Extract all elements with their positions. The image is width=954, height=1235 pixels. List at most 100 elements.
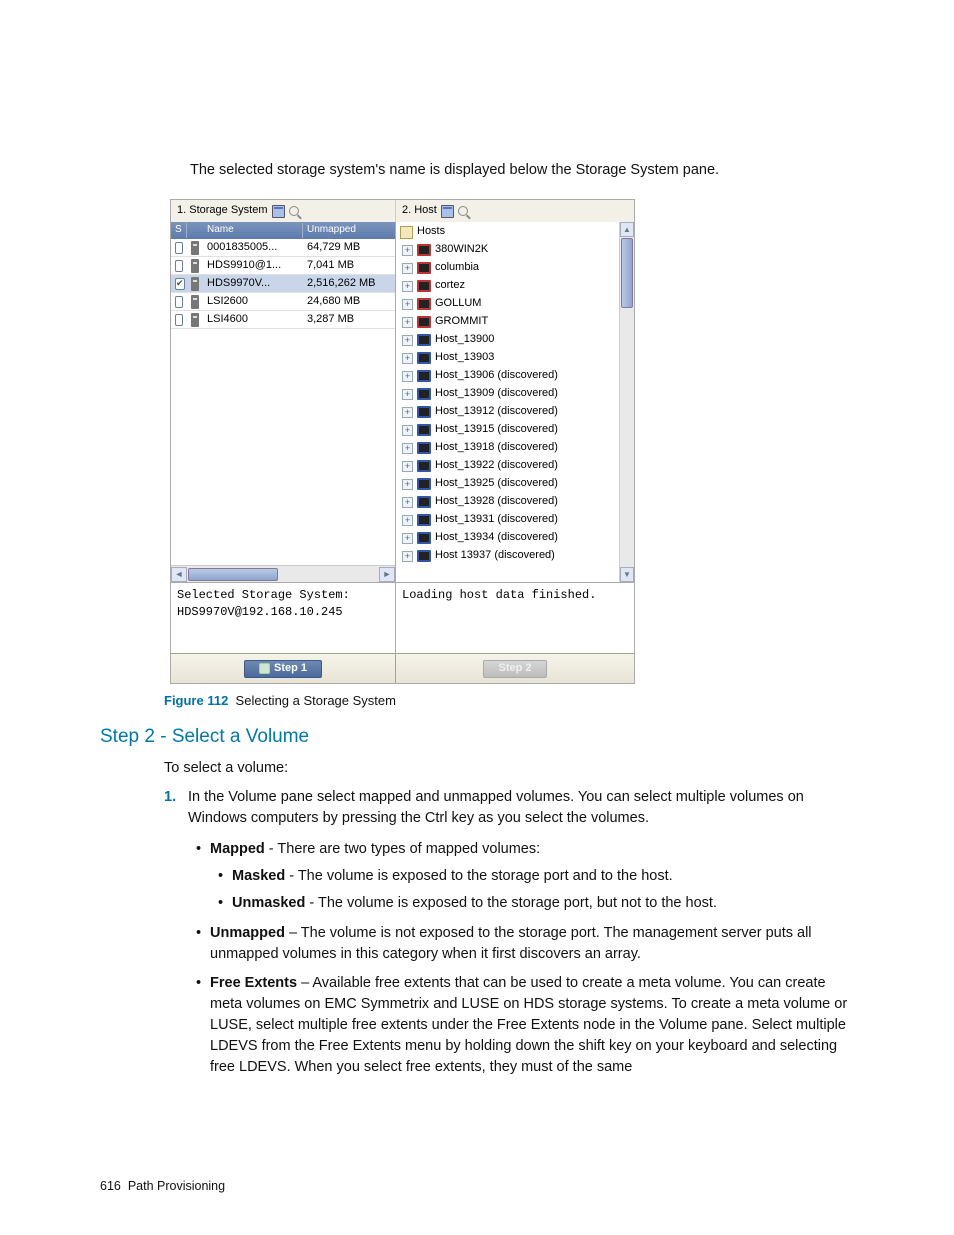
tree-item-label: Host_13928 (discovered) — [435, 494, 558, 510]
table-row[interactable]: LSI260024,680 MB — [171, 293, 395, 311]
bullet-masked: Masked - The volume is exposed to the st… — [232, 866, 854, 887]
vertical-scrollbar[interactable]: ▲ ▼ — [619, 222, 634, 582]
tree-item[interactable]: + Host_13931 (discovered) — [398, 511, 617, 529]
scroll-down-button[interactable]: ▼ — [620, 567, 634, 582]
storage-icon — [191, 259, 199, 273]
page-footer: 616 Path Provisioning — [100, 1177, 225, 1195]
tree-root[interactable]: Hosts — [398, 223, 617, 241]
status-left: Selected Storage System: HDS9970V@192.16… — [171, 583, 396, 653]
tree-item[interactable]: +380WIN2K — [398, 241, 617, 259]
step-1-text: In the Volume pane select mapped and unm… — [188, 789, 804, 826]
expand-icon[interactable]: + — [402, 407, 413, 418]
host-tree-pane: Hosts +380WIN2K+columbia+cortez+GOLLUM+G… — [396, 222, 634, 582]
expand-icon[interactable]: + — [402, 335, 413, 346]
scroll-thumb[interactable] — [621, 238, 633, 308]
tree-item[interactable]: +Host_13925 (discovered) — [398, 475, 617, 493]
expand-icon[interactable]: + — [402, 263, 413, 274]
tree-item[interactable]: +Host_13906 (discovered) — [398, 367, 617, 385]
window-icon[interactable] — [441, 205, 454, 218]
expand-icon[interactable]: + — [402, 461, 413, 472]
table-header[interactable]: S Name Unmapped — [171, 222, 395, 239]
table-row[interactable]: LSI46003,287 MB — [171, 311, 395, 329]
figure-caption-text: Selecting a Storage System — [236, 693, 396, 708]
refresh-icon — [259, 663, 270, 674]
expand-icon[interactable]: + — [402, 317, 413, 328]
tree-item-label: Host_13900 — [435, 332, 494, 348]
status-left-line2: HDS9970V@192.168.10.245 — [177, 604, 389, 621]
hdr-name: Name — [203, 223, 303, 238]
scroll-right-button[interactable]: ► — [379, 567, 395, 582]
tree-item[interactable]: +Host_13915 (discovered) — [398, 421, 617, 439]
expand-icon[interactable]: + — [402, 551, 413, 562]
tree-item[interactable]: +Host_13903 — [398, 349, 617, 367]
table-row[interactable]: 0001835005...64,729 MB — [171, 239, 395, 257]
host-icon — [417, 550, 431, 562]
row-checkbox[interactable] — [175, 314, 183, 326]
pane-title-host: 2. Host — [396, 200, 634, 222]
expand-icon[interactable]: + — [402, 245, 413, 256]
bullet-unmapped: Unmapped – The volume is not exposed to … — [210, 923, 854, 965]
bullet-free-rest: – Available free extents that can be use… — [210, 975, 847, 1075]
host-tree[interactable]: Hosts +380WIN2K+columbia+cortez+GOLLUM+G… — [396, 222, 619, 582]
expand-icon[interactable]: + — [402, 389, 413, 400]
search-icon[interactable] — [289, 206, 299, 216]
expand-icon[interactable]: + — [402, 281, 413, 292]
expand-icon[interactable]: + — [402, 533, 413, 544]
status-left-line1: Selected Storage System: — [177, 587, 389, 604]
tree-item[interactable]: + Host_13912 (discovered) — [398, 403, 617, 421]
tree-item-label: 380WIN2K — [435, 242, 488, 258]
tree-item[interactable]: +Host_13922 (discovered) — [398, 457, 617, 475]
expand-icon[interactable]: + — [402, 479, 413, 490]
scroll-up-button[interactable]: ▲ — [620, 222, 634, 237]
row-unmapped: 7,041 MB — [303, 257, 395, 275]
tree-item[interactable]: +Host_13909 (discovered) — [398, 385, 617, 403]
scroll-left-button[interactable]: ◄ — [171, 567, 187, 582]
tree-item[interactable]: +Host 13937 (discovered) — [398, 547, 617, 565]
hdr-sel: S — [171, 223, 187, 238]
host-icon — [417, 334, 431, 346]
tree-item-label: GOLLUM — [435, 296, 481, 312]
expand-icon[interactable]: + — [402, 443, 413, 454]
expand-icon[interactable]: + — [402, 515, 413, 526]
bullet-unmasked-rest: - The volume is exposed to the storage p… — [305, 895, 717, 911]
tree-item-label: Host_13912 (discovered) — [435, 404, 558, 420]
table-row[interactable]: HDS9970V...2,516,262 MB — [171, 275, 395, 293]
search-icon[interactable] — [458, 206, 468, 216]
expand-icon[interactable]: + — [402, 497, 413, 508]
bullet-unmapped-rest: – The volume is not exposed to the stora… — [210, 925, 812, 962]
storage-icon — [191, 277, 199, 291]
step2-button-label: Step 2 — [498, 661, 531, 677]
expand-icon[interactable]: + — [402, 353, 413, 364]
tree-item[interactable]: + Host_13900 — [398, 331, 617, 349]
table-row[interactable]: HDS9910@1...7,041 MB — [171, 257, 395, 275]
tree-item[interactable]: + GOLLUM — [398, 295, 617, 313]
scroll-thumb[interactable] — [188, 568, 278, 581]
row-unmapped: 64,729 MB — [303, 239, 395, 257]
row-checkbox[interactable] — [175, 296, 183, 308]
horizontal-scrollbar[interactable]: ◄ ► — [171, 565, 395, 582]
tree-item[interactable]: + Host_13928 (discovered) — [398, 493, 617, 511]
host-icon — [417, 532, 431, 544]
step2-button[interactable]: Step 2 — [483, 660, 546, 678]
row-checkbox[interactable] — [175, 260, 183, 272]
page-number: 616 — [100, 1179, 121, 1193]
page-section: Path Provisioning — [128, 1179, 225, 1193]
tree-item[interactable]: +Host_13918 (discovered) — [398, 439, 617, 457]
host-icon — [417, 406, 431, 418]
bullet-free-head: Free Extents — [210, 975, 297, 991]
row-checkbox[interactable] — [175, 242, 183, 254]
tree-item[interactable]: +cortez — [398, 277, 617, 295]
tree-item[interactable]: +columbia — [398, 259, 617, 277]
step1-button-label: Step 1 — [274, 661, 307, 677]
expand-icon[interactable]: + — [402, 299, 413, 310]
hdr-unmapped: Unmapped — [303, 223, 395, 238]
tree-item-label: Host_13931 (discovered) — [435, 512, 558, 528]
tree-item[interactable]: +Host_13934 (discovered) — [398, 529, 617, 547]
expand-icon[interactable]: + — [402, 425, 413, 436]
host-icon — [417, 244, 431, 256]
step1-button[interactable]: Step 1 — [244, 660, 322, 678]
tree-item[interactable]: +GROMMIT — [398, 313, 617, 331]
expand-icon[interactable]: + — [402, 371, 413, 382]
row-checkbox[interactable] — [175, 278, 185, 290]
window-icon[interactable] — [272, 205, 285, 218]
